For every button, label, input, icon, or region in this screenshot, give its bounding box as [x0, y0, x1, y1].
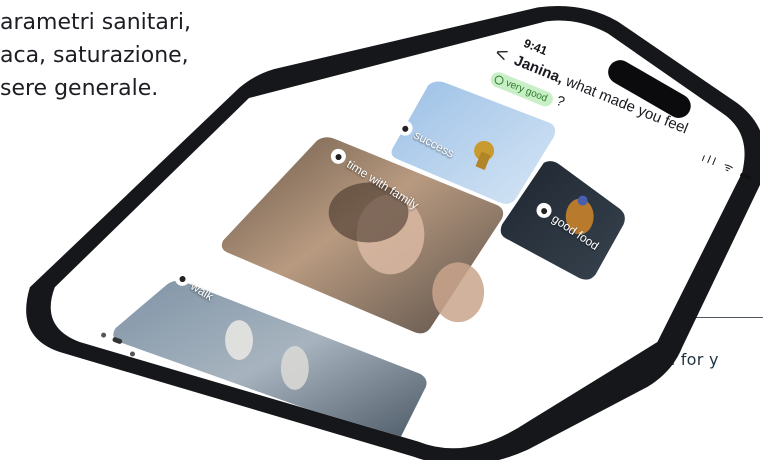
page-dot-1	[101, 332, 107, 338]
home-indicator	[110, 403, 136, 445]
phone-illustration	[26, 6, 760, 460]
smile-icon	[493, 74, 505, 86]
page-dot-3	[129, 351, 135, 357]
